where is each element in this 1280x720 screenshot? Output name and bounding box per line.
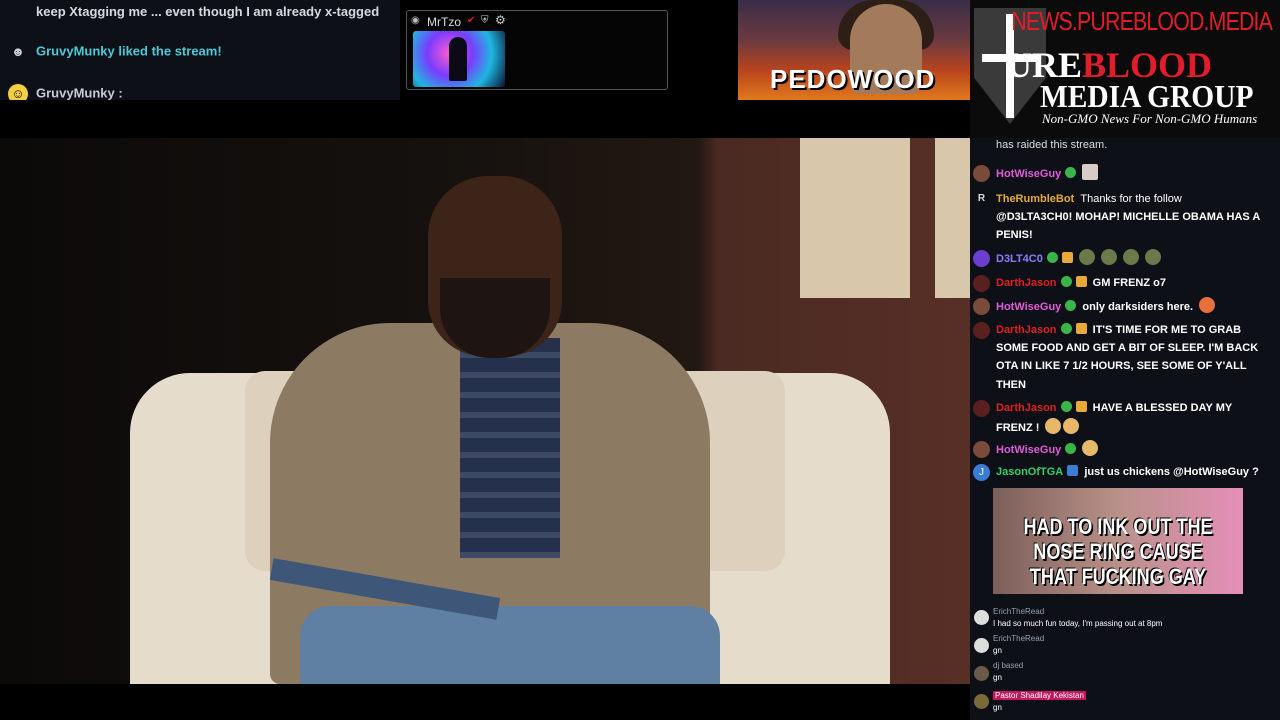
wall-panel: [800, 138, 910, 298]
chat-message: Pastor Shadilay Kekistan: [993, 691, 1086, 700]
chat-message-text: gn: [993, 703, 1002, 712]
top-chat-like-row: ☻ GruvyMunky liked the stream!: [8, 42, 222, 62]
chat-message: HotWiseGuy only darksiders here.: [996, 297, 1274, 316]
shield-icon: ⛨: [481, 15, 489, 26]
mini-viewer-panel: ◉ MrTzo ✔ ⛨ ⚙: [400, 0, 738, 100]
chat-message: TheRumbleBot Thanks for the follow: [996, 193, 1182, 205]
verified-icon: ✔: [467, 15, 476, 26]
viewer-card[interactable]: ◉ MrTzo ✔ ⛨ ⚙: [406, 10, 668, 90]
avatar: [973, 298, 990, 315]
video-player[interactable]: [0, 138, 970, 684]
user-icon: ☻: [11, 44, 25, 59]
logo-url: NEWS.PUREBLOOD.MEDIA: [1011, 6, 1273, 36]
chat-message-cont: PENIS!: [996, 229, 1033, 241]
avatar: [973, 322, 990, 339]
chat-message: DarthJason GM FRENZ o7: [996, 276, 1166, 289]
badge-icon: ◉: [411, 15, 420, 26]
badge-icon: [1065, 167, 1077, 178]
chat-message-text: I had so much fun today, I'm passing out…: [993, 619, 1163, 628]
top-chat-message: keep Xtagging me ... even though I am al…: [36, 4, 380, 19]
chat-message-cont: OTA IN LIKE 7 1/2 HOURS, SEE SOME OF Y'A…: [996, 360, 1247, 372]
top-chat-overlay: keep Xtagging me ... even though I am al…: [0, 0, 400, 100]
chat-message-cont: THEN: [996, 379, 1026, 391]
avatar: [973, 400, 990, 417]
chat-message: ErichTheRead: [993, 607, 1045, 616]
avatar: [974, 638, 989, 653]
meme-caption: HAD TO INK OUT THE NOSE RING CAUSE THAT …: [1023, 514, 1213, 589]
chat-message-cont: SOME FOOD AND GET A BIT OF SLEEP. I'M BA…: [996, 342, 1259, 354]
raid-message: has raided this stream.: [996, 139, 1108, 151]
chat-message: dj based: [993, 661, 1024, 670]
avatar: [973, 165, 990, 182]
emoji-avatar-icon: ☺: [8, 84, 28, 100]
chat-message: ErichTheRead: [993, 634, 1045, 643]
avatar: [973, 441, 990, 458]
chat-message: HotWiseGuy: [996, 440, 1274, 459]
chat-message: DarthJason IT'S TIME FOR ME TO GRAB: [996, 323, 1242, 336]
like-notification: GruvyMunky liked the stream!: [36, 43, 222, 59]
chat-panel: has raided this stream. HotWiseGuy R The…: [970, 138, 1280, 720]
chat-message-cont: FRENZ !: [996, 418, 1274, 437]
chat-message-text: gn: [993, 673, 1002, 682]
wall-panel: [935, 138, 970, 298]
avatar: [973, 275, 990, 292]
viewer-name: MrTzo: [427, 15, 461, 29]
chat-username: GruvyMunky :: [36, 85, 123, 100]
chat-message: D3LT4C0: [996, 249, 1274, 268]
avatar: [974, 610, 989, 625]
gear-icon[interactable]: ⚙: [495, 13, 506, 27]
chat-message: HotWiseGuy: [996, 164, 1274, 183]
avatar: J: [973, 464, 990, 481]
chat-message-text: gn: [993, 646, 1002, 655]
banner-text: PEDOWOOD: [770, 64, 936, 94]
avatar: [974, 694, 989, 709]
rumble-bot-icon: R: [977, 193, 986, 204]
channel-logo: NEWS.PUREBLOOD.MEDIA UREBLOOD MEDIA GROU…: [970, 0, 1280, 138]
meme-image: HAD TO INK OUT THE NOSE RING CAUSE THAT …: [993, 488, 1243, 594]
chat-message: JasonOfTGA just us chickens @HotWiseGuy …: [996, 465, 1259, 478]
avatar: [974, 666, 989, 681]
emote-icon: [1082, 164, 1099, 180]
logo-tagline: Non-GMO News For Non-GMO Humans: [1042, 111, 1258, 126]
top-chat-user-row: ☺ GruvyMunky :: [8, 84, 123, 100]
logo-title-line2: MEDIA GROUP: [1040, 78, 1254, 114]
chat-message: DarthJason HAVE A BLESSED DAY MY: [996, 401, 1233, 414]
viewer-thumbnail: [413, 31, 505, 87]
promo-banner: PEDOWOOD: [738, 0, 970, 100]
chat-message-cont: @D3LTA3CH0! MOHAP! MICHELLE OBAMA HAS A: [996, 211, 1261, 223]
avatar: [973, 250, 990, 267]
